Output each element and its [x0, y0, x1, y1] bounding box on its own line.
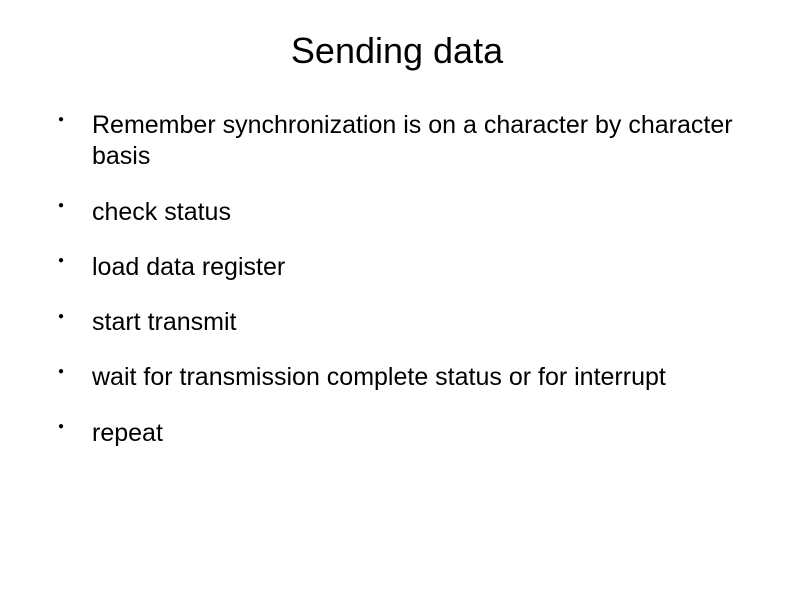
list-item: repeat — [58, 418, 754, 449]
slide: Sending data Remember synchronization is… — [0, 0, 794, 595]
list-item: start transmit — [58, 307, 754, 338]
slide-title: Sending data — [40, 30, 754, 72]
list-item: check status — [58, 197, 754, 228]
list-item: load data register — [58, 252, 754, 283]
list-item: Remember synchronization is on a charact… — [58, 110, 754, 173]
list-item: wait for transmission complete status or… — [58, 362, 754, 393]
bullet-list: Remember synchronization is on a charact… — [40, 110, 754, 449]
